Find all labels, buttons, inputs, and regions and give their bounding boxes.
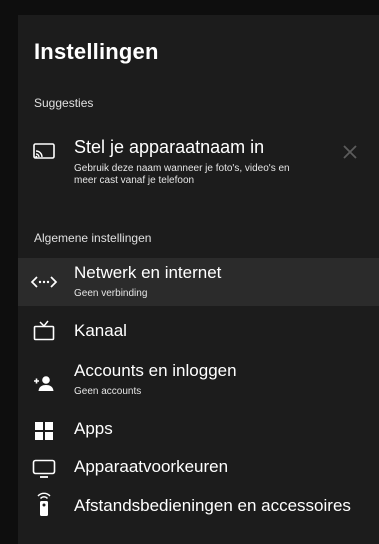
settings-item-label: Accounts en inloggen: [74, 361, 237, 380]
settings-item-label: Apparaatvoorkeuren: [74, 457, 229, 476]
settings-item-remotes[interactable]: Afstandsbedieningen en accessoires: [18, 490, 379, 524]
section-header-suggestions: Suggesties: [34, 96, 94, 110]
display-icon: [32, 457, 56, 481]
tv-icon: [32, 319, 56, 343]
cast-icon: [32, 140, 56, 164]
suggestion-label: Stel je apparaatnaam in: [74, 137, 265, 157]
apps-icon: [32, 419, 56, 443]
settings-item-label: Kanaal: [74, 321, 127, 340]
settings-item-status: Geen verbinding: [74, 288, 148, 299]
settings-item-device-preferences[interactable]: Apparaatvoorkeuren: [18, 455, 379, 485]
settings-item-label: Afstandsbedieningen en accessoires: [74, 496, 351, 515]
settings-item-channel[interactable]: Kanaal: [18, 317, 379, 349]
add-account-icon: [32, 371, 56, 395]
suggestion-description: Gebruik deze naam wanneer je foto's, vid…: [74, 163, 290, 186]
section-header-general: Algemene instellingen: [34, 231, 152, 245]
settings-panel: Instellingen Suggesties Stel je apparaat…: [18, 15, 379, 544]
page-title: Instellingen: [34, 39, 159, 64]
settings-item-status: Geen accounts: [74, 386, 142, 397]
close-icon[interactable]: [341, 143, 359, 161]
remote-icon: [32, 492, 56, 516]
settings-item-accounts[interactable]: Accounts en inloggen Geen accounts: [18, 359, 379, 407]
settings-item-network[interactable]: Netwerk en internet Geen verbinding: [18, 258, 379, 306]
network-icon: [30, 270, 58, 294]
settings-item-label: Apps: [74, 419, 113, 438]
suggestion-device-name[interactable]: Stel je apparaatnaam in Gebruik deze naa…: [18, 137, 379, 199]
settings-item-apps[interactable]: Apps: [18, 417, 379, 447]
settings-item-label: Netwerk en internet: [74, 263, 222, 282]
